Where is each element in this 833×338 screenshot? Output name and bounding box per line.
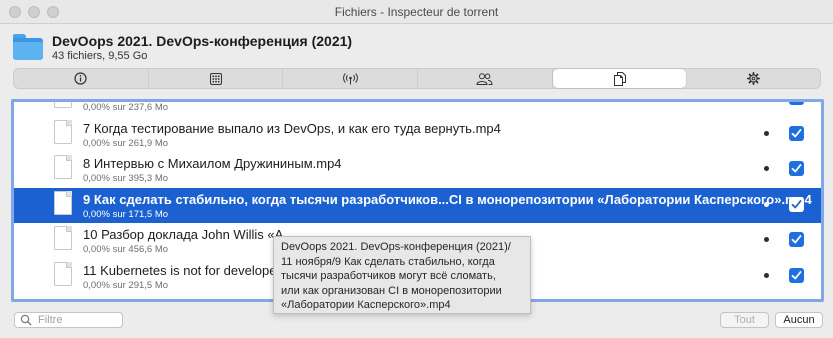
file-icon — [52, 102, 74, 112]
file-icon — [52, 155, 74, 183]
checkmark-icon — [791, 199, 802, 208]
priority-indicator[interactable] — [764, 166, 769, 171]
checkmark-icon — [791, 128, 802, 137]
priority-indicator[interactable] — [764, 99, 769, 100]
checkmark-icon — [791, 235, 802, 244]
file-row[interactable]: 7 Когда тестирование выпало из DevOps, и… — [14, 117, 821, 153]
filter-field[interactable] — [14, 312, 123, 328]
checkmark-icon — [791, 99, 802, 103]
documents-icon — [613, 71, 626, 86]
file-progress: 0,00% sur 456,6 Mo — [83, 244, 169, 255]
priority-indicator[interactable] — [764, 201, 769, 207]
download-checkbox[interactable] — [789, 125, 804, 141]
tooltip-line: или как организован CI в монорепозитории — [281, 284, 502, 297]
info-icon — [74, 72, 87, 85]
window-title: Fichiers - Inspecteur de torrent — [334, 5, 499, 19]
checkmark-icon — [791, 164, 802, 173]
download-checkbox[interactable] — [789, 267, 804, 283]
file-row[interactable]: 8 Интервью с Михаилом Дружининым.mp4 0,00… — [14, 152, 821, 188]
search-icon — [20, 314, 32, 326]
checkmark-icon — [791, 270, 802, 279]
file-progress: 0,00% sur 261,9 Mo — [83, 137, 169, 149]
grid-icon — [209, 72, 222, 85]
priority-indicator[interactable] — [764, 272, 769, 278]
file-name: 9 Как сделать стабильно, когда тысячи ра… — [83, 191, 812, 207]
file-icon — [52, 119, 74, 148]
tooltip-line: тысячи разработчиков могут всё сломать, — [281, 270, 496, 283]
tooltip-line: 11 ноября/9 Как сделать стабильно, когда — [281, 255, 495, 268]
antenna-icon — [342, 72, 358, 84]
tab-peers[interactable] — [418, 69, 553, 88]
file-icon — [52, 190, 74, 219]
tab-options[interactable] — [686, 69, 820, 88]
download-checkbox[interactable] — [789, 161, 804, 176]
tab-info[interactable] — [14, 69, 149, 88]
file-progress: 0,00% sur 291,5 Mo — [83, 279, 169, 291]
file-name: 8 Интервью с Михаилом Дружининым.mp4 — [83, 156, 342, 171]
file-name: 11 Kubernetes is not for developer — [83, 262, 281, 278]
torrent-name: DevOops 2021. DevOps-конференция (2021) — [52, 33, 353, 49]
tab-activity[interactable] — [149, 69, 284, 88]
people-icon — [476, 72, 493, 85]
file-icon — [52, 226, 74, 254]
inspector-tabs — [13, 68, 821, 89]
file-progress: 0,00% sur 171,5 Mo — [83, 208, 169, 220]
file-icon — [52, 261, 74, 290]
tooltip-line: «Лаборатории Касперского».mp4 — [281, 299, 451, 312]
file-name: 7 Когда тестирование выпало из DevOps, и… — [83, 120, 501, 136]
file-row[interactable]: 6 Когда начали делать DevOps и как его д… — [14, 99, 821, 117]
file-path-tooltip: DevOops 2021. DevOps-конференция (2021)/… — [273, 236, 531, 314]
download-checkbox[interactable] — [789, 99, 804, 105]
file-name: 6 Когда начали делать DevOps и как его д… — [83, 99, 471, 100]
title-bar: Fichiers - Inspecteur de torrent — [0, 0, 833, 24]
tooltip-line: DevOops 2021. DevOps-конференция (2021)/ — [281, 241, 511, 253]
download-checkbox[interactable] — [789, 232, 804, 247]
file-progress: 0,00% sur 395,3 Mo — [83, 173, 169, 184]
priority-indicator[interactable] — [764, 237, 769, 242]
file-name: 10 Разбор доклада John Willis «A — [83, 227, 284, 242]
folder-icon — [13, 34, 43, 60]
filter-input[interactable] — [38, 313, 118, 327]
check-all-button[interactable]: Tout — [720, 312, 769, 328]
gear-icon — [746, 72, 760, 85]
file-row[interactable]: 9 Как сделать стабильно, когда тысячи ра… — [14, 187, 821, 223]
torrent-meta: 43 fichiers, 9,55 Go — [52, 50, 148, 62]
uncheck-all-button[interactable]: Aucun — [775, 312, 823, 328]
file-progress: 0,00% sur 237,6 Mo — [83, 102, 169, 113]
priority-indicator[interactable] — [764, 130, 769, 136]
tab-files[interactable] — [552, 69, 687, 88]
download-checkbox[interactable] — [789, 196, 804, 212]
tab-trackers[interactable] — [283, 69, 419, 88]
